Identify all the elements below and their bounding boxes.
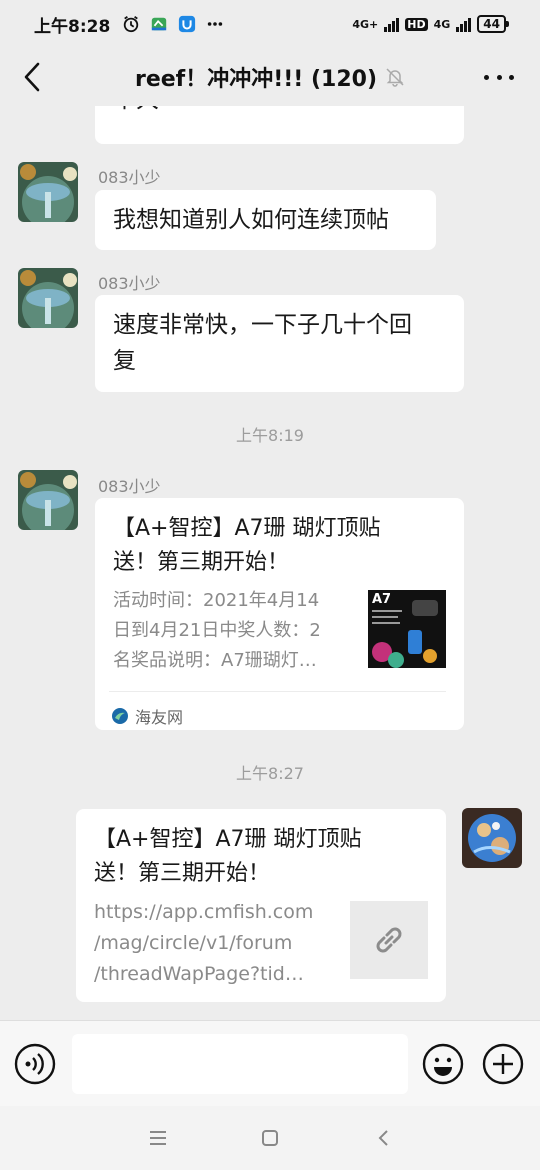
- link-url: https://app.cmfish.com: [94, 901, 314, 923]
- emoji-icon[interactable]: [422, 1043, 464, 1085]
- link-card[interactable]: 【A+智控】A7珊 瑚灯顶贴 送！第三期开始！ https://app.cmfi…: [76, 809, 446, 1002]
- mute-bell-icon: [386, 68, 404, 87]
- home-icon[interactable]: [258, 1126, 282, 1150]
- system-nav-bar: [0, 1106, 540, 1170]
- chat-header: reef！冲冲冲!!! (120): [0, 48, 540, 106]
- link-title-line1: 【A+智控】A7珊 瑚灯顶贴: [94, 827, 362, 852]
- sender-name: 083小少: [98, 477, 161, 496]
- card-source: 海友网: [111, 704, 183, 728]
- avatar[interactable]: [18, 470, 78, 530]
- alarm-icon: [124, 16, 139, 33]
- menu-icon[interactable]: [146, 1126, 170, 1150]
- nav-back-icon[interactable]: [372, 1126, 396, 1150]
- battery-indicator: 44: [477, 15, 509, 33]
- voice-input-icon[interactable]: [14, 1043, 56, 1085]
- message-bubble[interactable]: 速度非常快，一下子几十个回 复: [95, 295, 464, 392]
- article-card[interactable]: 【A+智控】A7珊 瑚灯顶贴 送！第三期开始！ 活动时间：2021年4月14 日…: [95, 498, 464, 730]
- article-thumbnail: A7: [368, 590, 446, 668]
- sender-name: 083小少: [98, 274, 161, 293]
- network-label-1: 4G+: [352, 17, 379, 31]
- link-thumbnail: [350, 901, 428, 979]
- sender-name: 083小少: [98, 168, 161, 187]
- source-logo-icon: [112, 708, 128, 724]
- app-notification-icon: [152, 17, 167, 31]
- chat-title: reef！冲冲冲!!! (120): [134, 67, 378, 92]
- card-title-line2: 送！第三期开始！: [113, 550, 290, 575]
- message-bubble-partial[interactable]: 不大: [95, 106, 464, 144]
- link-icon: [376, 927, 402, 953]
- my-avatar[interactable]: [462, 808, 522, 868]
- chat-area[interactable]: 不大 083小少 我想知道别人如何连续顶帖 083小少 速度非常快，一下子几十个…: [0, 106, 540, 1020]
- status-time: 上午8:28: [34, 16, 111, 37]
- timestamp: 上午8:27: [236, 764, 304, 783]
- plus-icon[interactable]: [482, 1043, 524, 1085]
- avatar[interactable]: [18, 268, 78, 328]
- status-bar: 上午8:28 4G+ HD 4G 44: [0, 0, 540, 48]
- shield-app-icon: [179, 15, 196, 33]
- more-icon[interactable]: [484, 66, 514, 88]
- network-label-2: 4G: [433, 17, 451, 31]
- avatar[interactable]: [18, 162, 78, 222]
- card-title-line1: 【A+智控】A7珊 瑚灯顶贴: [113, 516, 381, 541]
- signal-icon-1: [384, 16, 400, 32]
- signal-icon-2: [456, 16, 472, 32]
- hd-badge: HD: [405, 17, 428, 31]
- timestamp: 上午8:19: [236, 426, 304, 445]
- message-input[interactable]: [72, 1034, 408, 1094]
- link-title-line2: 送！第三期开始！: [94, 861, 271, 886]
- more-notifications-icon: [208, 22, 223, 26]
- input-bar: [0, 1020, 540, 1106]
- message-bubble[interactable]: 我想知道别人如何连续顶帖: [95, 190, 436, 250]
